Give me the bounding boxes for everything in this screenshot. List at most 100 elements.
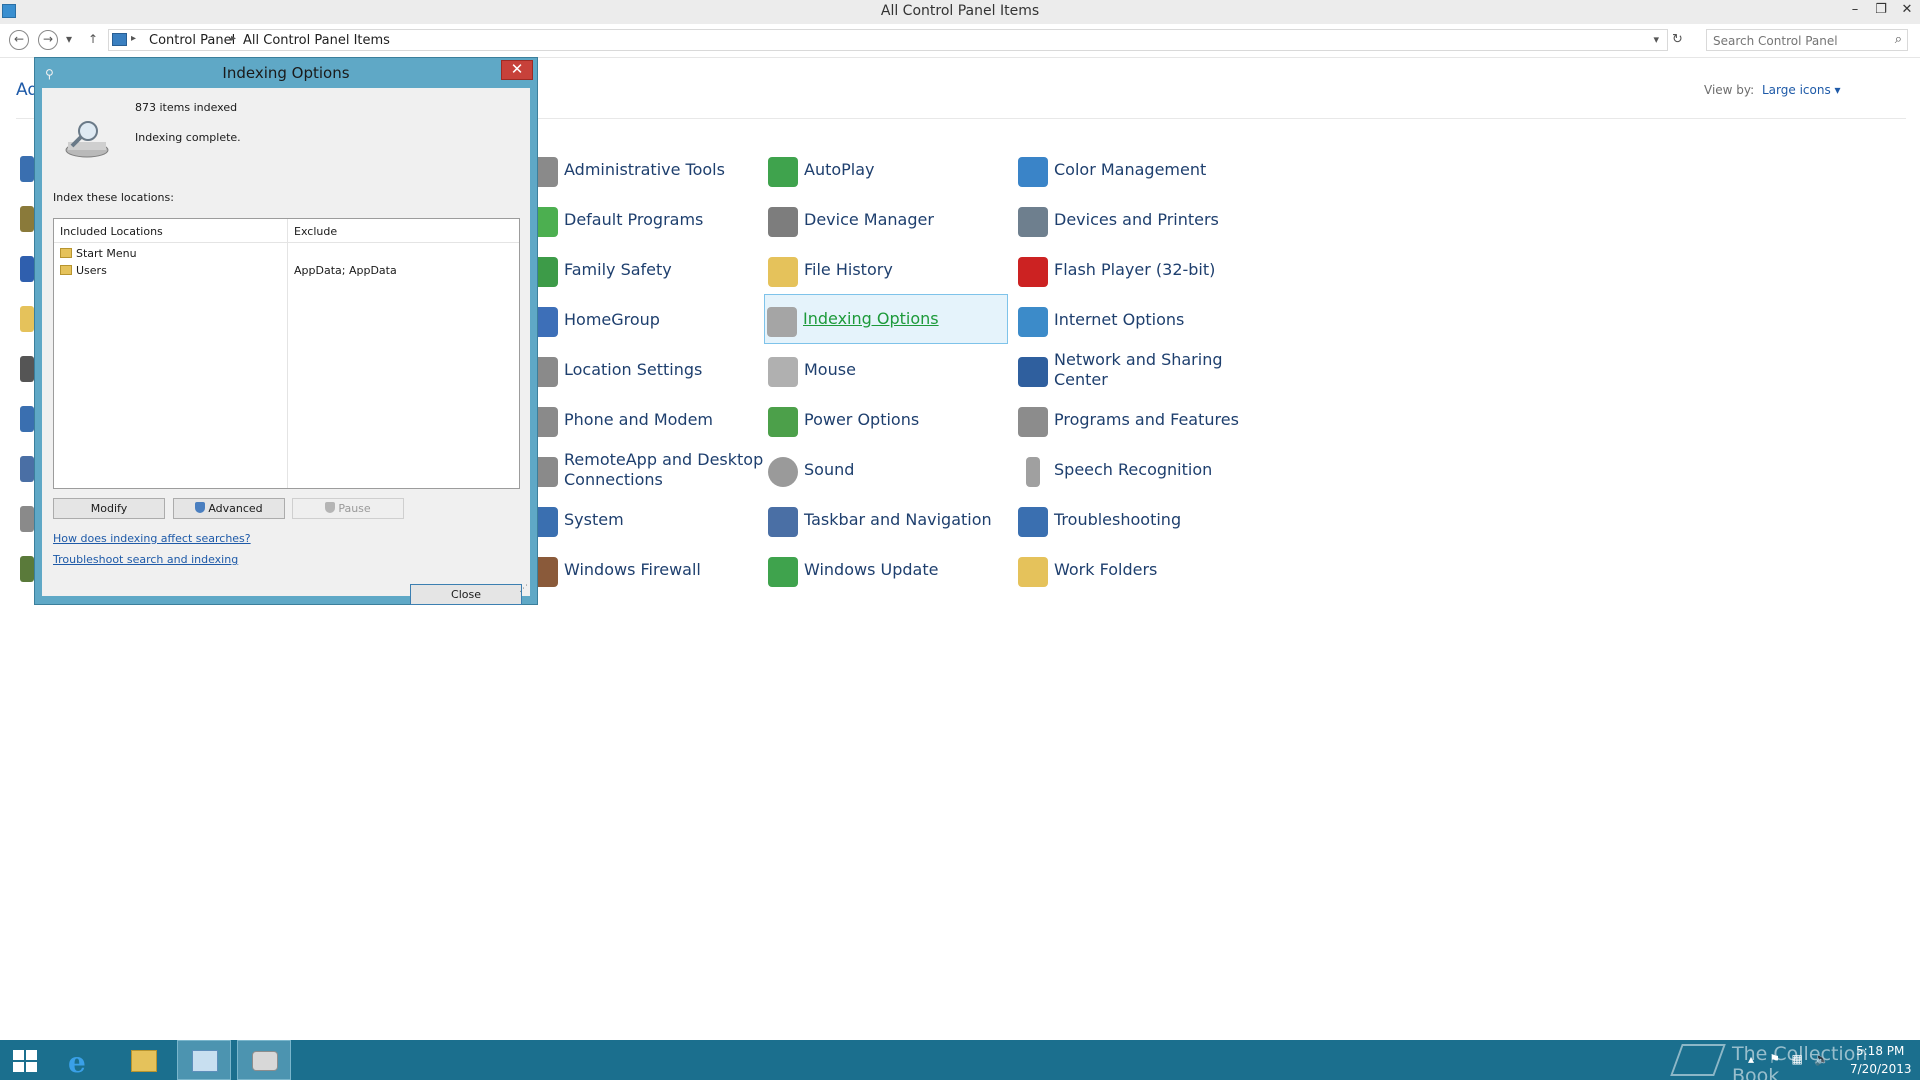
cp-item-default-programs[interactable]: Default Programs <box>526 195 770 245</box>
minimize-button[interactable]: – <box>1842 0 1868 22</box>
start-button[interactable] <box>0 1040 54 1080</box>
cp-item-speech-recognition[interactable]: Speech Recognition <box>1016 445 1260 495</box>
cp-item-indexing-options[interactable]: Indexing Options <box>764 294 1008 344</box>
control-panel-icon <box>112 33 127 46</box>
cp-item-power-options[interactable]: Power Options <box>766 395 1010 445</box>
cp-item-label: Devices and Printers <box>1054 210 1219 229</box>
network-tray-icon[interactable]: ▦ <box>1792 1052 1803 1066</box>
close-button[interactable]: Close <box>410 584 522 605</box>
partial-item-icon <box>20 306 34 332</box>
resize-grip-icon[interactable]: ⋰ <box>519 584 528 594</box>
close-window-button[interactable]: ✕ <box>1894 0 1920 22</box>
cp-item-label: Administrative Tools <box>564 160 725 179</box>
sound-icon <box>768 457 798 487</box>
up-button[interactable]: ↑ <box>88 32 98 46</box>
taskbar-indexing-options[interactable] <box>237 1040 291 1080</box>
cp-item-devices-and-printers[interactable]: Devices and Printers <box>1016 195 1260 245</box>
address-box[interactable]: ▸ Control Panel ▸ All Control Panel Item… <box>108 29 1668 51</box>
table-row[interactable]: Users AppData; AppData <box>54 262 519 279</box>
crumb-separator-icon[interactable]: ▸ <box>131 33 136 44</box>
cp-item-windows-update[interactable]: Windows Update <box>766 545 1010 595</box>
cp-item-mouse[interactable]: Mouse <box>766 345 1010 395</box>
cp-item-work-folders[interactable]: Work Folders <box>1016 545 1260 595</box>
power-options-icon <box>768 407 798 437</box>
troubleshooting-icon <box>1018 507 1048 537</box>
cp-item-device-manager[interactable]: Device Manager <box>766 195 1010 245</box>
internet-explorer-icon: e <box>68 1046 86 1079</box>
device-manager-icon <box>768 207 798 237</box>
dialog-title: Indexing Options <box>222 64 350 82</box>
column-header-included[interactable]: Included Locations <box>60 225 163 238</box>
back-button[interactable]: ← <box>9 30 29 50</box>
cp-item-system[interactable]: System <box>526 495 770 545</box>
advanced-button[interactable]: Advanced <box>173 498 285 519</box>
breadcrumb-control-panel[interactable]: Control Panel <box>149 33 235 48</box>
volume-icon[interactable]: 🔈 <box>1814 1052 1829 1066</box>
window-controls: – ❐ ✕ <box>1842 0 1920 22</box>
address-toolbar: ← → ▾ ↑ ▸ Control Panel ▸ All Control Pa… <box>0 24 1920 58</box>
cp-item-color-management[interactable]: Color Management <box>1016 145 1260 195</box>
cp-item-flash-player[interactable]: Flash Player (32-bit) <box>1016 245 1260 295</box>
uac-shield-icon <box>325 502 336 513</box>
windows-update-icon <box>768 557 798 587</box>
crumb-separator-icon[interactable]: ▸ <box>231 33 236 44</box>
cp-item-sound[interactable]: Sound <box>766 445 1010 495</box>
control-panel-icon <box>192 1050 218 1072</box>
cp-item-troubleshooting[interactable]: Troubleshooting <box>1016 495 1260 545</box>
cp-item-label: Family Safety <box>564 260 672 279</box>
taskbar-control-panel[interactable] <box>177 1040 231 1080</box>
cp-item-taskbar-navigation[interactable]: Taskbar and Navigation <box>766 495 1010 545</box>
search-icon[interactable]: ⌕ <box>1895 32 1902 47</box>
how-indexing-affects-link[interactable]: How does indexing affect searches? <box>53 532 251 545</box>
address-dropdown-icon[interactable]: ▾ <box>1653 33 1659 46</box>
search-box[interactable]: ⌕ <box>1706 29 1908 51</box>
refresh-icon[interactable]: ↻ <box>1672 32 1683 47</box>
cp-item-location-settings[interactable]: Location Settings <box>526 345 770 395</box>
cp-item-internet-options[interactable]: Internet Options <box>1016 295 1260 345</box>
restore-button[interactable]: ❐ <box>1868 0 1894 22</box>
table-row[interactable]: Start Menu <box>54 245 519 262</box>
location-exclude: AppData; AppData <box>294 264 397 277</box>
taskbar-file-explorer[interactable] <box>116 1040 170 1080</box>
indexing-options-icon <box>65 121 109 158</box>
printer-icon <box>1018 207 1048 237</box>
cp-item-family-safety[interactable]: Family Safety <box>526 245 770 295</box>
file-history-icon <box>768 257 798 287</box>
clock-date[interactable]: 7/20/2013 <box>1850 1062 1912 1076</box>
cp-item-phone-modem[interactable]: Phone and Modem <box>526 395 770 445</box>
dialog-close-icon[interactable]: ✕ <box>501 60 533 80</box>
cp-item-administrative-tools[interactable]: Administrative Tools <box>526 145 770 195</box>
partial-item-icon <box>20 156 34 182</box>
pause-button-label: Pause <box>338 502 371 515</box>
cp-item-programs-features[interactable]: Programs and Features <box>1016 395 1260 445</box>
troubleshoot-indexing-link[interactable]: Troubleshoot search and indexing <box>53 553 238 566</box>
partial-item-icon <box>20 206 34 232</box>
folder-icon <box>60 265 72 275</box>
cp-item-file-history[interactable]: File History <box>766 245 1010 295</box>
cp-item-network-sharing[interactable]: Network and Sharing Center <box>1016 345 1260 395</box>
cp-item-remoteapp[interactable]: RemoteApp and Desktop Connections <box>526 445 770 495</box>
view-by-dropdown[interactable]: Large icons ▾ <box>1762 83 1841 97</box>
column-header-exclude[interactable]: Exclude <box>294 225 337 238</box>
cp-item-homegroup[interactable]: HomeGroup <box>526 295 770 345</box>
clock-time[interactable]: 5:18 PM <box>1856 1044 1904 1058</box>
dialog-titlebar[interactable]: ⚲ Indexing Options ✕ <box>35 58 537 86</box>
view-by-label: View by: <box>1704 83 1755 97</box>
breadcrumb-all-items[interactable]: All Control Panel Items <box>243 33 390 48</box>
cp-item-windows-firewall[interactable]: Windows Firewall <box>526 545 770 595</box>
cp-item-autoplay[interactable]: AutoPlay <box>766 145 1010 195</box>
uac-shield-icon <box>195 502 206 513</box>
show-hidden-icons-icon[interactable]: ▴ <box>1748 1052 1754 1066</box>
cp-item-label: Mouse <box>804 360 856 379</box>
flash-player-icon <box>1018 257 1048 287</box>
recent-locations-chevron-icon[interactable]: ▾ <box>66 32 72 46</box>
pause-button[interactable]: Pause <box>292 498 404 519</box>
forward-button[interactable]: → <box>38 30 58 50</box>
flag-icon[interactable]: ⚑ <box>1769 1052 1780 1066</box>
locations-table[interactable]: Included Locations Exclude Start Menu Us… <box>53 218 520 489</box>
cp-item-label: File History <box>804 260 893 279</box>
search-input[interactable] <box>1707 31 1877 51</box>
cp-item-label: Network and Sharing Center <box>1054 350 1223 389</box>
modify-button[interactable]: Modify <box>53 498 165 519</box>
taskbar-internet-explorer[interactable]: e <box>54 1040 108 1080</box>
